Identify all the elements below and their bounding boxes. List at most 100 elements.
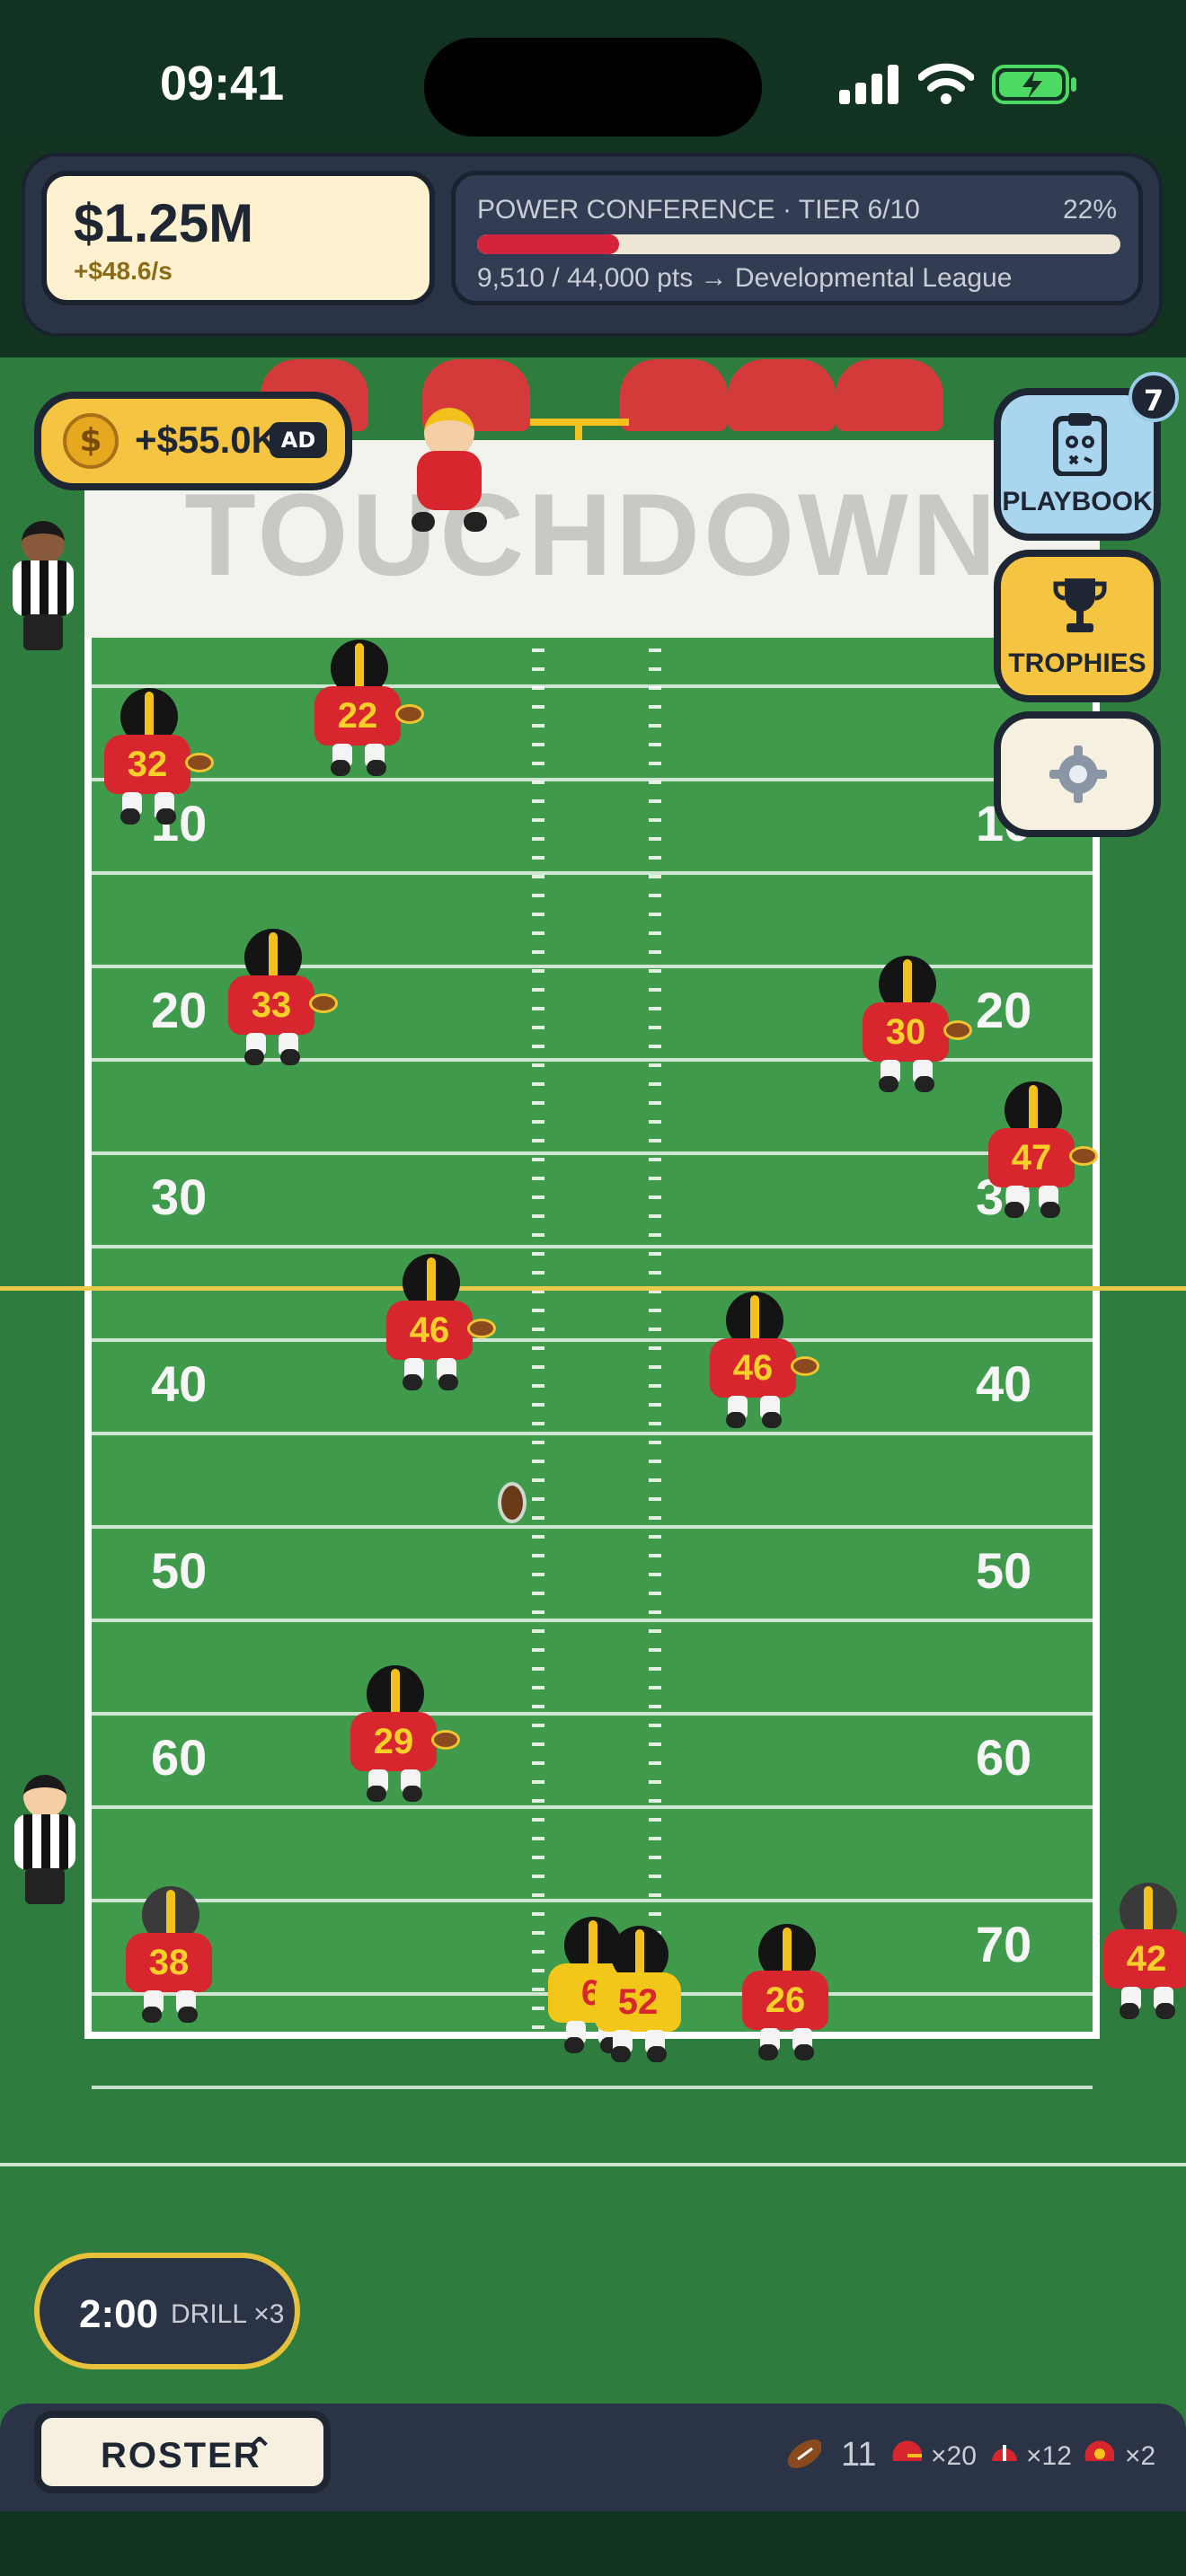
trophies-label: TROPHIES	[1008, 648, 1146, 678]
status-time: 09:41	[160, 57, 285, 110]
hash-mark	[649, 1516, 661, 1520]
hash-mark	[649, 1535, 661, 1539]
hash-mark	[532, 1705, 544, 1708]
ad-tag: AD	[270, 422, 327, 458]
line-of-scrimmage	[0, 1286, 1186, 1291]
crowd-player	[728, 359, 836, 431]
hash-mark	[649, 1837, 661, 1840]
coach	[404, 395, 494, 539]
dynamic-island	[424, 38, 762, 137]
yard-line	[92, 1712, 1093, 1716]
hash-mark	[649, 667, 661, 671]
hash-mark	[532, 1101, 544, 1105]
football-count: 11	[841, 2436, 877, 2474]
hash-mark	[532, 1271, 544, 1275]
hash-mark	[649, 1573, 661, 1576]
hash-mark	[532, 1384, 544, 1388]
tier-percent: 22%	[1062, 195, 1117, 225]
yard-line	[92, 1619, 1093, 1622]
loose-football[interactable]	[498, 1482, 527, 1523]
hash-mark	[649, 799, 661, 803]
hash-mark	[532, 856, 544, 860]
roster-button[interactable]: ROSTER ⌃	[34, 2411, 331, 2493]
hash-mark	[649, 1761, 661, 1765]
hash-mark	[649, 1724, 661, 1727]
player-number: 30	[863, 1002, 949, 1062]
battery-charging-icon	[992, 65, 1076, 104]
yard-line	[92, 778, 1093, 781]
hash-mark	[649, 1478, 661, 1482]
hash-mark	[649, 1195, 661, 1199]
hash-mark	[532, 1139, 544, 1142]
player[interactable]: 38	[120, 1886, 219, 2030]
player[interactable]: 46	[704, 1292, 819, 1435]
football-icon	[787, 2439, 821, 2468]
hash-mark	[649, 1063, 661, 1067]
football-field	[84, 638, 1100, 2089]
hash-mark	[532, 1403, 544, 1407]
player[interactable]: 29	[345, 1665, 460, 1809]
hash-mark	[649, 1177, 661, 1180]
hash-mark	[532, 1120, 544, 1124]
hash-mark	[649, 1629, 661, 1633]
chevron-up-icon: ⌃	[244, 2430, 275, 2472]
signal-icon	[839, 65, 898, 104]
hash-mark	[649, 1742, 661, 1746]
sideline-boundary	[0, 2163, 1186, 2166]
yard-line	[92, 1525, 1093, 1529]
yard-number-left: 40	[151, 1355, 208, 1412]
hash-mark	[649, 1082, 661, 1086]
hash-mark	[649, 1309, 661, 1312]
yard-line	[92, 1151, 1093, 1155]
settings-button[interactable]	[994, 711, 1161, 837]
trophies-button[interactable]: TROPHIES	[994, 550, 1161, 702]
hash-mark	[532, 1856, 544, 1859]
hash-mark	[649, 1120, 661, 1124]
drill-label: DRILL ×3	[171, 2299, 285, 2329]
yard-line	[92, 1245, 1093, 1248]
hash-mark	[532, 1573, 544, 1576]
hash-mark	[532, 1742, 544, 1746]
tier-progress-card[interactable]: POWER CONFERENCE · TIER 6/10 22% 9,510 /…	[451, 171, 1143, 305]
hash-mark	[532, 837, 544, 841]
hash-mark	[649, 1893, 661, 1897]
ad-bonus-button[interactable]: $ +$55.0K AD	[34, 392, 352, 490]
player[interactable]: 42	[1098, 1883, 1186, 2026]
yard-number-left: 50	[151, 1542, 208, 1599]
helmet-red-icon	[892, 2440, 922, 2461]
hash-mark	[532, 1761, 544, 1765]
yard-number-right: 40	[976, 1355, 1032, 1412]
player[interactable]: 32	[99, 688, 214, 832]
hash-mark	[532, 1082, 544, 1086]
hash-mark	[532, 969, 544, 973]
hash-mark	[532, 1893, 544, 1897]
player[interactable]: 33	[223, 929, 338, 1072]
player[interactable]: 22	[309, 640, 424, 783]
hash-mark	[532, 913, 544, 916]
playbook-badge: 7	[1128, 372, 1179, 422]
yard-number-left: 60	[151, 1729, 208, 1786]
hash-mark	[532, 1441, 544, 1444]
hash-mark	[532, 1554, 544, 1557]
hash-mark	[649, 931, 661, 935]
hash-mark	[532, 818, 544, 822]
income-rate: +$48.6/s	[74, 257, 173, 285]
hash-mark	[532, 1214, 544, 1218]
drill-timer[interactable]: 2:00 DRILL ×3	[34, 2253, 300, 2369]
hash-mark	[532, 1045, 544, 1048]
hash-mark	[649, 1328, 661, 1331]
player[interactable]: 26	[737, 1924, 836, 2068]
hash-mark	[649, 913, 661, 916]
hash-mark	[649, 648, 661, 652]
hash-mark	[532, 1007, 544, 1010]
ad-bonus-amount: +$55.0K	[135, 419, 279, 461]
player[interactable]: 46	[381, 1254, 496, 1398]
player[interactable]: 30	[857, 956, 972, 1099]
helmet-gold-count: ×2	[1125, 2441, 1156, 2471]
hash-mark	[532, 875, 544, 878]
player[interactable]: 52	[589, 1926, 688, 2069]
player[interactable]: 47	[983, 1081, 1098, 1225]
hash-mark	[532, 1460, 544, 1463]
hash-mark	[532, 1535, 544, 1539]
hash-mark	[649, 686, 661, 690]
